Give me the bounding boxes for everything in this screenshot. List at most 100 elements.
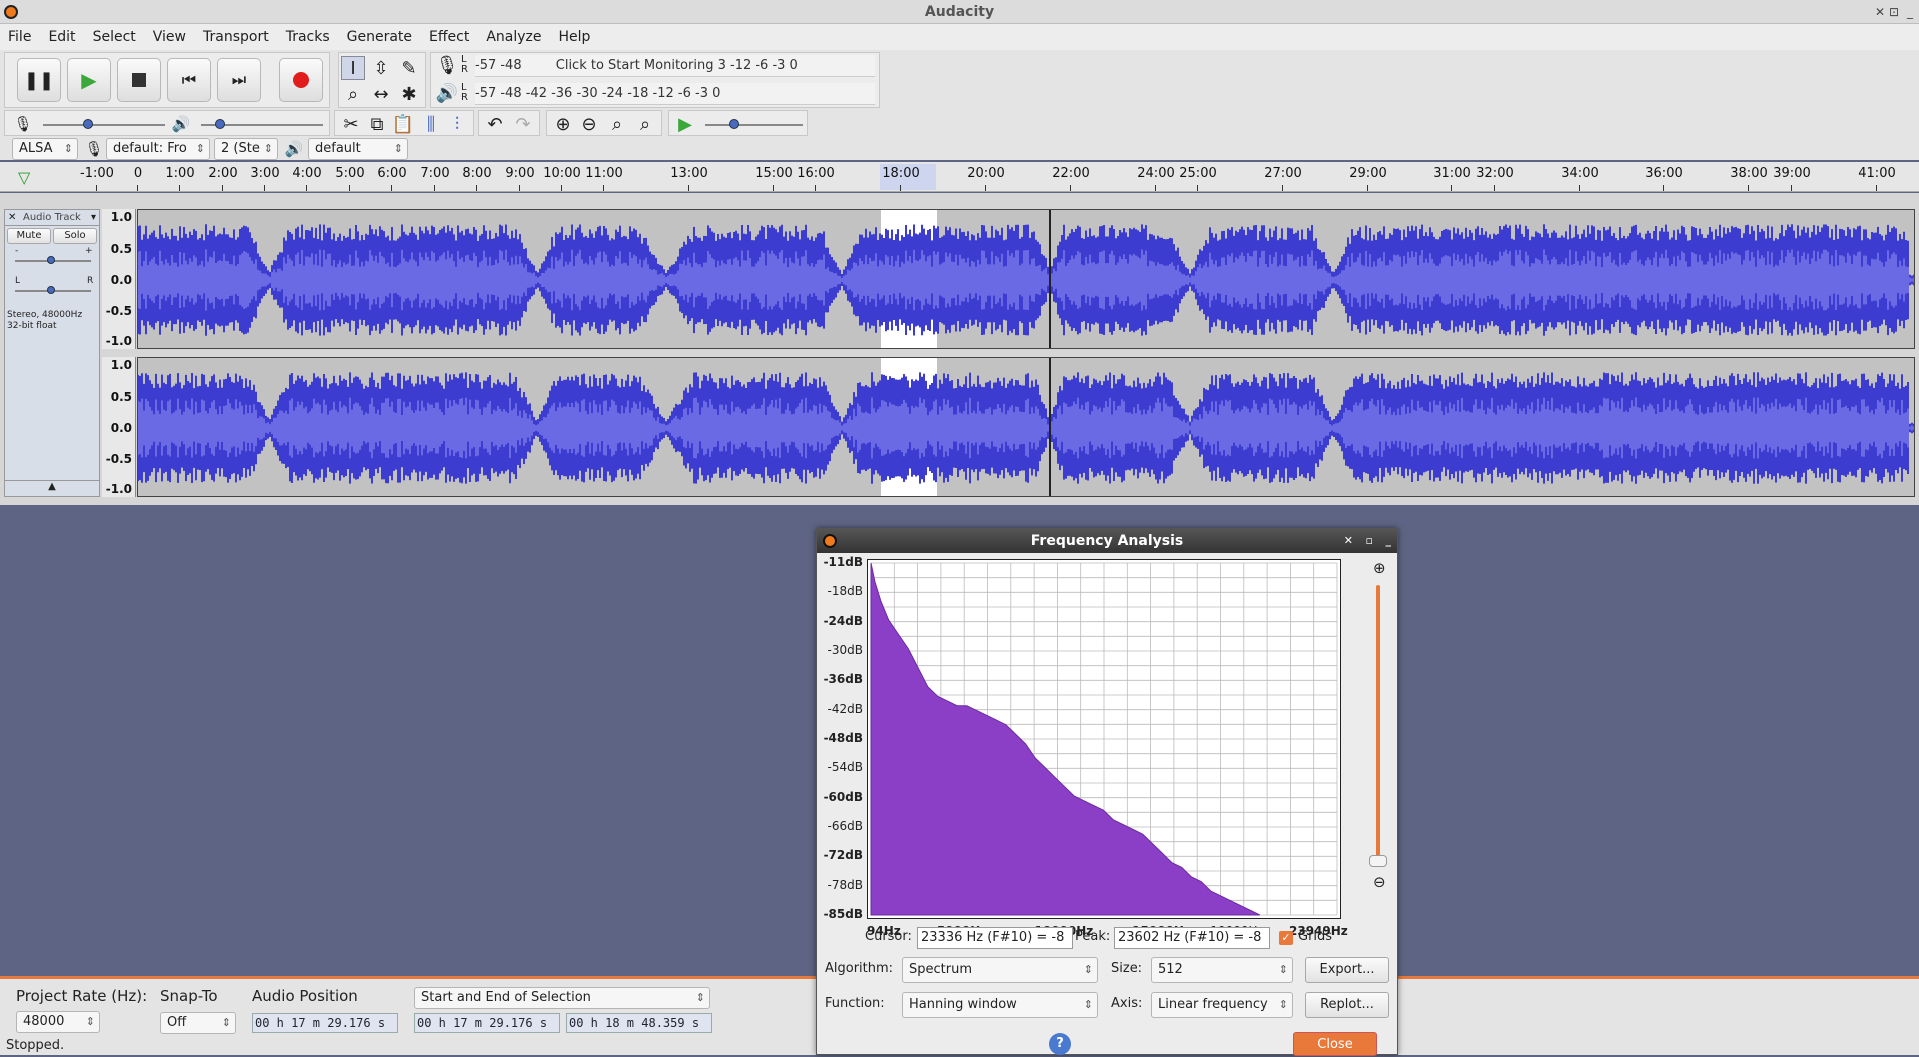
waveform-right-channel[interactable] bbox=[137, 357, 1915, 497]
play-head-triangle-icon[interactable]: ▽ bbox=[18, 168, 30, 187]
input-volume-slider[interactable] bbox=[43, 114, 165, 134]
selection-start-timecode[interactable]: 00 h 17 m 29.176 s bbox=[414, 1013, 560, 1033]
fit-project-icon[interactable]: ⌕ bbox=[633, 112, 657, 136]
menu-transport[interactable]: Transport bbox=[203, 29, 269, 45]
fit-selection-icon[interactable]: ⌕ bbox=[605, 112, 629, 136]
selection-end-timecode[interactable]: 00 h 18 m 48.359 s bbox=[566, 1013, 712, 1033]
zoom-slider-thumb[interactable] bbox=[1369, 855, 1387, 867]
close-track-icon[interactable]: ✕ bbox=[8, 210, 16, 225]
menu-select[interactable]: Select bbox=[93, 29, 136, 45]
close-button[interactable]: Close bbox=[1293, 1032, 1377, 1056]
ruler-tick-label: 10:00 bbox=[543, 166, 581, 181]
pause-button[interactable]: ❚❚ bbox=[17, 58, 61, 102]
menu-analyze[interactable]: Analyze bbox=[486, 29, 541, 45]
close-window-icon[interactable]: ✕ bbox=[1875, 0, 1885, 24]
ruler-tick-label: 5:00 bbox=[335, 166, 365, 181]
ruler-tick-label: 2:00 bbox=[208, 166, 238, 181]
stop-button[interactable] bbox=[117, 58, 161, 102]
multi-tool-icon[interactable]: ✱ bbox=[397, 82, 421, 106]
spectrum-plot-area[interactable] bbox=[867, 559, 1341, 919]
audio-host-select[interactable]: ALSA bbox=[12, 138, 78, 160]
ruler-tick-label: 3:00 bbox=[250, 166, 280, 181]
cut-icon[interactable]: ✂ bbox=[339, 112, 363, 136]
play-button[interactable]: ▶ bbox=[67, 58, 111, 102]
track-name[interactable]: Audio Track bbox=[23, 210, 81, 225]
undo-icon[interactable]: ↶ bbox=[483, 112, 507, 136]
mute-button[interactable]: Mute bbox=[7, 228, 51, 244]
ruler-tick-label: 16:00 bbox=[797, 166, 835, 181]
skip-to-start-button[interactable]: ⏮ bbox=[167, 58, 211, 102]
gain-slider[interactable] bbox=[15, 250, 91, 270]
play-speed-slider[interactable] bbox=[705, 114, 803, 134]
play-at-speed-icon[interactable]: ▶ bbox=[673, 112, 697, 136]
ruler-tick-label: 22:00 bbox=[1052, 166, 1090, 181]
output-device-select[interactable]: default bbox=[308, 138, 408, 160]
output-volume-slider[interactable] bbox=[201, 114, 323, 134]
restore-window-icon[interactable]: ⊡ bbox=[1889, 0, 1899, 24]
menu-view[interactable]: View bbox=[153, 29, 186, 45]
zoom-out-icon[interactable]: ⊖ bbox=[1373, 873, 1386, 891]
waveform-left-channel[interactable] bbox=[137, 209, 1915, 349]
zoom-out-icon[interactable]: ⊖ bbox=[577, 112, 601, 136]
axis-select[interactable]: Linear frequency bbox=[1151, 992, 1293, 1018]
timeline-ruler[interactable]: ▽ -1:00 0 1:00 2:00 3:00 4:00 5:00 6:00 7:00 8:00… bbox=[0, 162, 1919, 192]
track-menu-chevron-icon[interactable]: ▾ bbox=[91, 210, 96, 225]
grids-label: Grids bbox=[1298, 929, 1333, 944]
input-channels-select[interactable]: 2 (Ste bbox=[214, 138, 278, 160]
collapse-track-button[interactable]: ▲ bbox=[5, 480, 99, 496]
paste-icon[interactable]: 📋 bbox=[391, 112, 415, 136]
zoom-in-icon[interactable]: ⊕ bbox=[551, 112, 575, 136]
draw-tool-icon[interactable]: ✎ bbox=[397, 56, 421, 80]
ruler-tick-mark bbox=[985, 185, 986, 191]
solo-button[interactable]: Solo bbox=[53, 228, 97, 244]
function-select[interactable]: Hanning window bbox=[902, 992, 1098, 1018]
selection-tool-icon[interactable]: I bbox=[341, 56, 365, 80]
dialog-close-icon[interactable]: ✕ bbox=[1344, 529, 1353, 553]
export-button[interactable]: Export... bbox=[1305, 957, 1389, 983]
playback-meter-speaker-icon: 🔊 bbox=[435, 82, 459, 104]
algorithm-select[interactable]: Spectrum bbox=[902, 957, 1098, 983]
record-button[interactable] bbox=[279, 58, 323, 102]
skip-to-end-button[interactable]: ⏭ bbox=[217, 58, 261, 102]
timeshift-tool-icon[interactable]: ↔ bbox=[369, 82, 393, 106]
zoom-slider[interactable] bbox=[1376, 585, 1380, 863]
record-meter[interactable]: -57 -48 Click to Start Monitoring 3 -12 … bbox=[475, 55, 875, 77]
size-select[interactable]: 512 bbox=[1151, 957, 1293, 983]
scale-label: 0.0 bbox=[110, 421, 132, 435]
menu-generate[interactable]: Generate bbox=[347, 29, 412, 45]
zoom-tool-icon[interactable]: ⌕ bbox=[341, 82, 365, 106]
menu-tracks[interactable]: Tracks bbox=[286, 29, 330, 45]
playback-meter[interactable]: -57 -48 -42 -36 -30 -24 -18 -12 -6 -3 0 bbox=[475, 83, 875, 105]
zoom-in-icon[interactable]: ⊕ bbox=[1373, 559, 1386, 577]
output-volume-speaker-icon: 🔊 bbox=[171, 115, 191, 133]
menu-file[interactable]: File bbox=[8, 29, 31, 45]
size-label: Size: bbox=[1111, 961, 1143, 976]
ruler-tick-mark bbox=[434, 185, 435, 191]
audio-position-timecode[interactable]: 00 h 17 m 29.176 s bbox=[252, 1013, 398, 1033]
redo-icon[interactable]: ↷ bbox=[511, 112, 535, 136]
minimize-window-icon[interactable]: _ bbox=[1907, 0, 1913, 24]
silence-icon[interactable]: ⫶ bbox=[445, 112, 469, 136]
menu-help[interactable]: Help bbox=[559, 29, 591, 45]
grids-checkbox[interactable]: ✓ bbox=[1279, 931, 1293, 945]
project-rate-select[interactable]: 48000 bbox=[16, 1011, 100, 1033]
selection-mode-select[interactable]: Start and End of Selection bbox=[414, 987, 710, 1009]
scale-label: 1.0 bbox=[110, 210, 132, 224]
dialog-maximize-icon[interactable]: ▫ bbox=[1366, 529, 1373, 553]
ruler-tick-mark bbox=[222, 185, 223, 191]
replot-button[interactable]: Replot... bbox=[1305, 992, 1389, 1018]
db-axis-label: -24dB bbox=[823, 613, 863, 628]
snap-to-select[interactable]: Off bbox=[160, 1012, 236, 1034]
copy-icon[interactable]: ⧉ bbox=[365, 112, 389, 136]
menu-edit[interactable]: Edit bbox=[48, 29, 75, 45]
ruler-tick-label: 0 bbox=[133, 166, 143, 181]
dialog-minimize-icon[interactable]: _ bbox=[1386, 529, 1392, 553]
record-monitor-hint[interactable]: Click to Start Monitoring bbox=[556, 58, 714, 73]
input-device-select[interactable]: default: Fro bbox=[106, 138, 210, 160]
help-button[interactable]: ? bbox=[1049, 1033, 1071, 1055]
pan-slider[interactable] bbox=[15, 280, 91, 300]
envelope-tool-icon[interactable]: ⇳ bbox=[369, 56, 393, 80]
vertical-ruler-right-channel: 1.0 0.5 0.0 -0.5 -1.0 bbox=[102, 357, 136, 497]
menu-effect[interactable]: Effect bbox=[429, 29, 469, 45]
trim-icon[interactable]: ⫼ bbox=[419, 112, 443, 136]
